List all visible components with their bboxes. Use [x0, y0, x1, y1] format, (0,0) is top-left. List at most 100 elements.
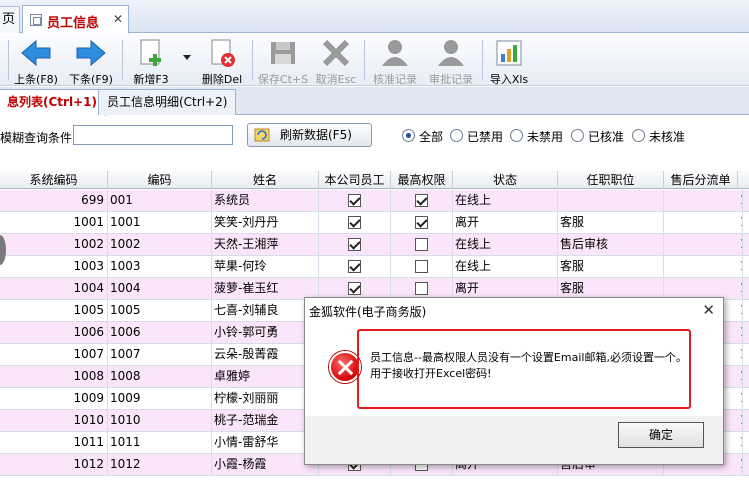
column-header[interactable]: 编码 [108, 171, 212, 189]
new-record-button[interactable]: 新增F3 [128, 36, 174, 86]
table-cell: 1012 [108, 454, 212, 476]
next-record-button[interactable]: 下条(F9) [64, 36, 118, 86]
table-cell: 1004 [0, 278, 108, 300]
table-cell: 天然-王湘萍 [212, 234, 319, 256]
table-cell [391, 256, 453, 278]
table-cell: 1010 [0, 410, 108, 432]
prev-record-button[interactable]: 上条(F8) [10, 36, 62, 86]
user-audit-icon [438, 40, 464, 66]
delete-document-icon [211, 39, 235, 67]
radio-disabled-label: 已禁用 [467, 130, 504, 144]
tab-close-icon[interactable]: ✕ [113, 12, 123, 26]
tab-home-label: 页 [2, 12, 16, 27]
table-cell: 在线上 [453, 190, 558, 212]
table-cell: 1007 [108, 344, 212, 366]
import-chart-icon [496, 40, 522, 66]
table-cell: 18 [664, 190, 743, 212]
table-row[interactable]: 699001系统员 在线上 18 [0, 190, 749, 212]
table-cell: 1012 [0, 454, 108, 476]
delete-record-button[interactable]: 删除Del [198, 36, 246, 86]
ok-button[interactable]: 确定 [618, 422, 704, 448]
radio-enabled-label: 未禁用 [527, 130, 564, 144]
chevron-down-icon[interactable] [182, 54, 192, 62]
refresh-button[interactable]: 刷新数据(F5) [247, 123, 372, 147]
table-cell: 1006 [0, 322, 108, 344]
save-button[interactable]: 保存Ct+S [256, 36, 310, 86]
toolbar-separator [122, 40, 123, 80]
checkbox[interactable] [348, 238, 361, 251]
table-cell [391, 234, 453, 256]
tab-list-view-label: 息列表(Ctrl+1) [7, 95, 97, 109]
checkbox[interactable] [348, 216, 361, 229]
table-cell: 1004 [108, 278, 212, 300]
tab-list-view[interactable]: 息列表(Ctrl+1) [0, 89, 106, 116]
radio-dot [632, 129, 645, 142]
table-row[interactable]: 10021002天然-王湘萍在线上售后审核16 [0, 234, 749, 256]
tab-detail-view[interactable]: 员工信息明细(Ctrl+2) [98, 89, 237, 115]
table-cell: 云朵-殷菁霞 [212, 344, 319, 366]
column-header[interactable]: 最高权限 [391, 171, 453, 189]
table-cell: 1007 [0, 344, 108, 366]
import-xls-label: 导入Xls [489, 73, 529, 86]
toolbar-separator [252, 40, 253, 80]
column-header[interactable]: 姓名 [212, 171, 319, 189]
table-cell: 系统员 [212, 190, 319, 212]
table-cell: 1009 [108, 388, 212, 410]
table-cell: 1006 [108, 322, 212, 344]
search-input[interactable] [73, 125, 233, 145]
checkbox[interactable] [348, 194, 361, 207]
table-row[interactable]: 10031003苹果-何玲在线上客服18 [0, 256, 749, 278]
table-cell: 小霞-杨霞 [212, 454, 319, 476]
dialog-body: 员工信息--最高权限人员没有一个设置Email邮箱,必须设置一个。 用于接收打开… [305, 324, 723, 416]
table-cell: 卓雅婷 [212, 366, 319, 388]
column-header[interactable]: 状态 [453, 171, 558, 189]
checkbox[interactable] [415, 260, 428, 273]
refresh-icon [254, 128, 270, 142]
checkbox[interactable] [415, 238, 428, 251]
checkbox[interactable] [415, 282, 428, 295]
dialog-title: 金狐软件(电子商务版) [309, 305, 427, 319]
table-cell: 1001 [0, 212, 108, 234]
radio-unapproved-label: 未核准 [649, 130, 686, 144]
delete-record-label: 删除Del [201, 73, 243, 86]
radio-dot [510, 129, 523, 142]
dialog-message-line2: 用于接收打开Excel密码! [370, 367, 492, 380]
checkbox[interactable] [348, 282, 361, 295]
column-header[interactable]: 售后分流单 [664, 171, 738, 189]
table-cell: 1008 [108, 366, 212, 388]
table-cell [319, 212, 391, 234]
table-cell: 1010 [108, 410, 212, 432]
column-header[interactable]: 任职职位 [558, 171, 664, 189]
table-cell: 七喜-刘辅良 [212, 300, 319, 322]
close-icon[interactable]: ✕ [702, 301, 715, 319]
refresh-label: 刷新数据(F5) [280, 128, 352, 142]
table-cell: 小情-雷舒华 [212, 432, 319, 454]
table-cell: 699 [0, 190, 108, 212]
tab-home[interactable]: 页 [0, 6, 20, 33]
audit-record-button[interactable]: 审批记录 [424, 36, 478, 86]
tab-employee-info[interactable]: 员工信息 ✕ [22, 5, 129, 34]
import-xls-button[interactable]: 导入Xls [486, 36, 532, 86]
tab-detail-view-label: 员工信息明细(Ctrl+2) [107, 95, 228, 109]
table-cell: 售后审核 [558, 234, 664, 256]
table-cell: 1002 [0, 234, 108, 256]
checkbox[interactable] [415, 216, 428, 229]
table-cell: 18 [664, 256, 743, 278]
filter-label: 模糊查询条件 [0, 131, 73, 145]
document-tab-bar: 页 员工信息 ✕ [0, 0, 749, 34]
next-record-label: 下条(F9) [69, 73, 113, 86]
table-cell: 16 [664, 234, 743, 256]
table-row[interactable]: 10011001笑笑-刘丹丹离开客服18 [0, 212, 749, 234]
checkbox[interactable] [415, 194, 428, 207]
checkbox[interactable] [348, 260, 361, 273]
column-header[interactable]: 系统编码 [0, 171, 108, 189]
radio-dot [571, 129, 584, 142]
cancel-button[interactable]: 取消Esc [312, 36, 360, 86]
column-header[interactable]: 本公司员工 [319, 171, 391, 189]
approve-record-button[interactable]: 核准记录 [368, 36, 422, 86]
prev-record-label: 上条(F8) [14, 73, 58, 86]
arrow-left-icon [21, 39, 51, 67]
table-cell: 1005 [0, 300, 108, 322]
arrow-right-icon [76, 39, 106, 67]
table-cell: 1009 [0, 388, 108, 410]
